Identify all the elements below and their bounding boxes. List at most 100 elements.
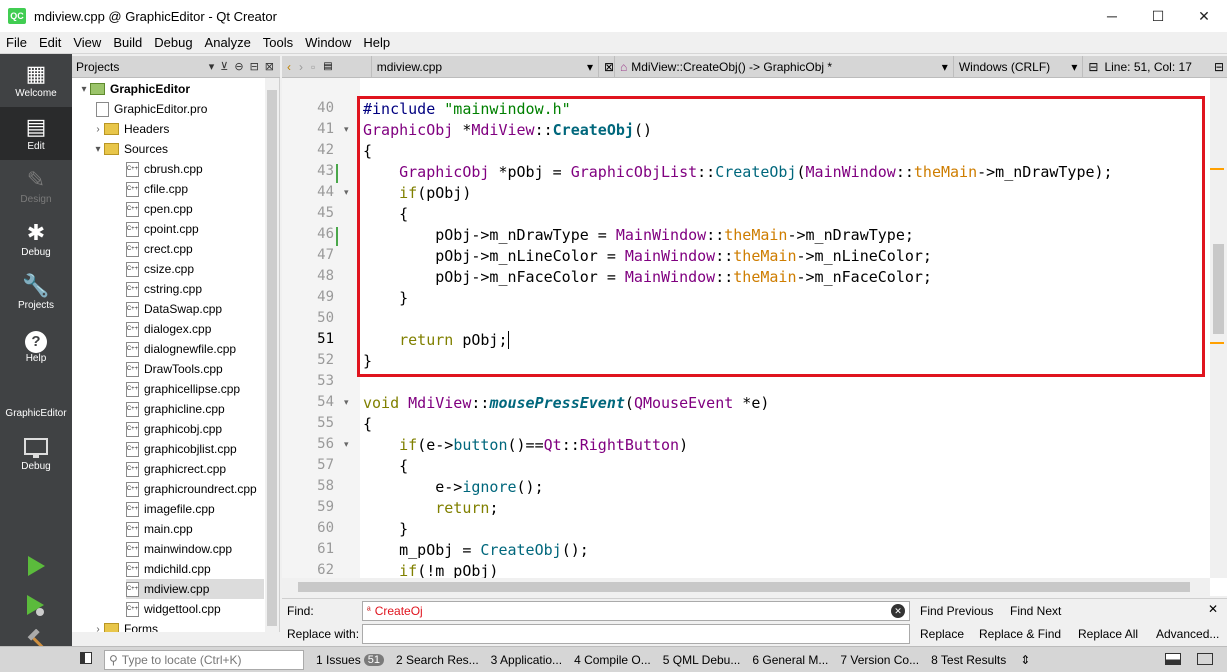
advanced-button[interactable]: Advanced...: [1156, 627, 1219, 641]
tree-file-item[interactable]: C++ graphicobjlist.cpp: [126, 439, 264, 459]
find-next-button[interactable]: Find Next: [1010, 604, 1061, 618]
tree-scrollbar[interactable]: [265, 78, 279, 632]
menu-file[interactable]: File: [0, 35, 33, 50]
link-icon[interactable]: ⊖: [234, 60, 243, 73]
close-button[interactable]: ✕: [1181, 0, 1227, 32]
maximize-button[interactable]: ☐: [1135, 0, 1181, 32]
tree-file-item[interactable]: C++ cbrush.cpp: [126, 159, 264, 179]
chevron-right-icon[interactable]: ›: [92, 624, 104, 633]
tree-sources-folder[interactable]: ▾ Sources: [92, 139, 279, 159]
toggle-right-sidebar-icon[interactable]: [1197, 653, 1213, 665]
mode-edit[interactable]: ▤ Edit: [0, 107, 72, 160]
open-documents-dropdown[interactable]: mdiview.cpp ▾: [372, 55, 599, 78]
close-pane-icon[interactable]: ⊠: [265, 60, 274, 73]
forward-arrow-icon[interactable]: ›: [299, 60, 303, 74]
output-pane-test-results[interactable]: 8 Test Results: [931, 653, 1006, 667]
tree-file-item[interactable]: C++ mainwindow.cpp: [126, 539, 264, 559]
chevron-down-icon[interactable]: ▾: [92, 144, 104, 155]
more-panes-icon[interactable]: ⇕: [1020, 653, 1030, 667]
locator-input[interactable]: ⚲ Type to locate (Ctrl+K): [104, 649, 304, 670]
tree-file-item[interactable]: C++ crect.cpp: [126, 239, 264, 259]
symbol-dropdown[interactable]: ⌂ MdiView::CreateObj() -> GraphicObj * ▾: [615, 55, 954, 78]
fold-marker-icon[interactable]: ▾: [344, 187, 349, 198]
tree-file-item[interactable]: C++ graphicobj.cpp: [126, 419, 264, 439]
replace-input[interactable]: [362, 624, 910, 644]
output-pane-compile-output[interactable]: 4 Compile O...: [574, 653, 651, 667]
scrollbar-thumb[interactable]: [1213, 244, 1224, 334]
toggle-sidebar-icon[interactable]: [80, 652, 92, 664]
output-pane-issues[interactable]: 1 Issues 51: [316, 653, 384, 667]
tree-headers-folder[interactable]: › Headers: [92, 119, 279, 139]
replace-all-button[interactable]: Replace All: [1078, 627, 1138, 641]
replace-button[interactable]: Replace: [920, 627, 964, 641]
tree-file-item[interactable]: C++ mdiview.cpp: [126, 579, 264, 599]
menu-help[interactable]: Help: [357, 35, 396, 50]
tree-file-item[interactable]: C++ widgettool.cpp: [126, 599, 264, 619]
debug-run-button[interactable]: [0, 588, 72, 624]
toggle-output-icon[interactable]: [1165, 653, 1181, 665]
menu-window[interactable]: Window: [299, 35, 357, 50]
output-pane-search-results[interactable]: 2 Search Res...: [396, 653, 479, 667]
mode-design[interactable]: ✎ Design: [0, 160, 72, 213]
menu-analyze[interactable]: Analyze: [199, 35, 257, 50]
menu-tools[interactable]: Tools: [257, 35, 299, 50]
tree-file-item[interactable]: C++ DrawTools.cpp: [126, 359, 264, 379]
mode-debug[interactable]: ✱ Debug: [0, 213, 72, 266]
tree-pro-file[interactable]: GraphicEditor.pro: [96, 99, 279, 119]
tree-file-item[interactable]: C++ cpen.cpp: [126, 199, 264, 219]
find-options-icon[interactable]: ª: [367, 606, 371, 617]
menu-view[interactable]: View: [67, 35, 107, 50]
tree-file-item[interactable]: C++ mdichild.cpp: [126, 559, 264, 579]
tree-file-item[interactable]: C++ cfile.cpp: [126, 179, 264, 199]
tree-file-item[interactable]: C++ graphicrect.cpp: [126, 459, 264, 479]
cursor-position[interactable]: ⊟ Line: 51, Col: 17: [1083, 56, 1209, 78]
menu-debug[interactable]: Debug: [148, 35, 198, 50]
close-document-button[interactable]: ⊠: [599, 55, 615, 78]
dropdown-arrow-icon[interactable]: ▾: [209, 60, 215, 73]
replace-and-find-button[interactable]: Replace & Find: [979, 627, 1061, 641]
tree-file-item[interactable]: C++ dialognewfile.cpp: [126, 339, 264, 359]
menu-build[interactable]: Build: [107, 35, 148, 50]
code-editor[interactable]: 40 41 42 43 44 45 46 47 48 49 50 51 52 53 54 55 56 57 58 59…: [282, 78, 1227, 596]
editor-horizontal-scrollbar[interactable]: [282, 578, 1210, 596]
clear-icon[interactable]: ✕: [891, 604, 905, 618]
run-button[interactable]: [0, 548, 72, 584]
mode-welcome[interactable]: ▦ Welcome: [0, 54, 72, 107]
tree-file-item[interactable]: C++ cpoint.cpp: [126, 219, 264, 239]
tree-file-item[interactable]: C++ graphicline.cpp: [126, 399, 264, 419]
output-pane-qml-debugger[interactable]: 5 QML Debu...: [663, 653, 741, 667]
close-find-icon[interactable]: ✕: [1208, 602, 1218, 616]
back-arrow-icon[interactable]: ‹: [287, 60, 291, 74]
tree-file-item[interactable]: C++ DataSwap.cpp: [126, 299, 264, 319]
tree-forms-folder[interactable]: › Forms: [92, 619, 279, 633]
tree-file-item[interactable]: C++ main.cpp: [126, 519, 264, 539]
line-endings-dropdown[interactable]: Windows (CRLF) ▾: [954, 55, 1084, 78]
output-pane-application-output[interactable]: 3 Applicatio...: [491, 653, 562, 667]
fold-marker-icon[interactable]: ▾: [344, 124, 349, 135]
split-editor-button[interactable]: ⊟: [1209, 56, 1227, 78]
tree-file-item[interactable]: C++ imagefile.cpp: [126, 499, 264, 519]
mode-projects[interactable]: 🔧 Projects: [0, 266, 72, 319]
tree-file-item[interactable]: C++ cstring.cpp: [126, 279, 264, 299]
minimize-button[interactable]: ─: [1089, 0, 1135, 32]
kit-selector[interactable]: Debug: [0, 424, 72, 484]
fold-marker-icon[interactable]: ▾: [344, 439, 349, 450]
fold-marker-icon[interactable]: ▾: [344, 397, 349, 408]
mode-help[interactable]: ? Help: [0, 319, 72, 372]
output-pane-version-control[interactable]: 7 Version Co...: [840, 653, 919, 667]
tree-project-root[interactable]: ▾ GraphicEditor: [78, 79, 270, 99]
tree-file-item[interactable]: C++ graphicellipse.cpp: [126, 379, 264, 399]
scrollbar-thumb[interactable]: [267, 90, 277, 626]
projects-view-selector[interactable]: Projects: [76, 60, 119, 74]
split-icon[interactable]: ⊟: [250, 60, 259, 73]
tree-file-item[interactable]: C++ dialogex.cpp: [126, 319, 264, 339]
scrollbar-thumb[interactable]: [298, 582, 1190, 592]
menu-edit[interactable]: Edit: [33, 35, 67, 50]
tree-file-item[interactable]: C++ csize.cpp: [126, 259, 264, 279]
chevron-right-icon[interactable]: ›: [92, 124, 104, 135]
tree-file-item[interactable]: C++ graphicroundrect.cpp: [126, 479, 264, 499]
editor-vertical-scrollbar[interactable]: [1210, 78, 1227, 578]
filter-icon[interactable]: ⊻: [220, 60, 228, 73]
chevron-down-icon[interactable]: ▾: [78, 84, 90, 95]
output-pane-general-messages[interactable]: 6 General M...: [752, 653, 828, 667]
